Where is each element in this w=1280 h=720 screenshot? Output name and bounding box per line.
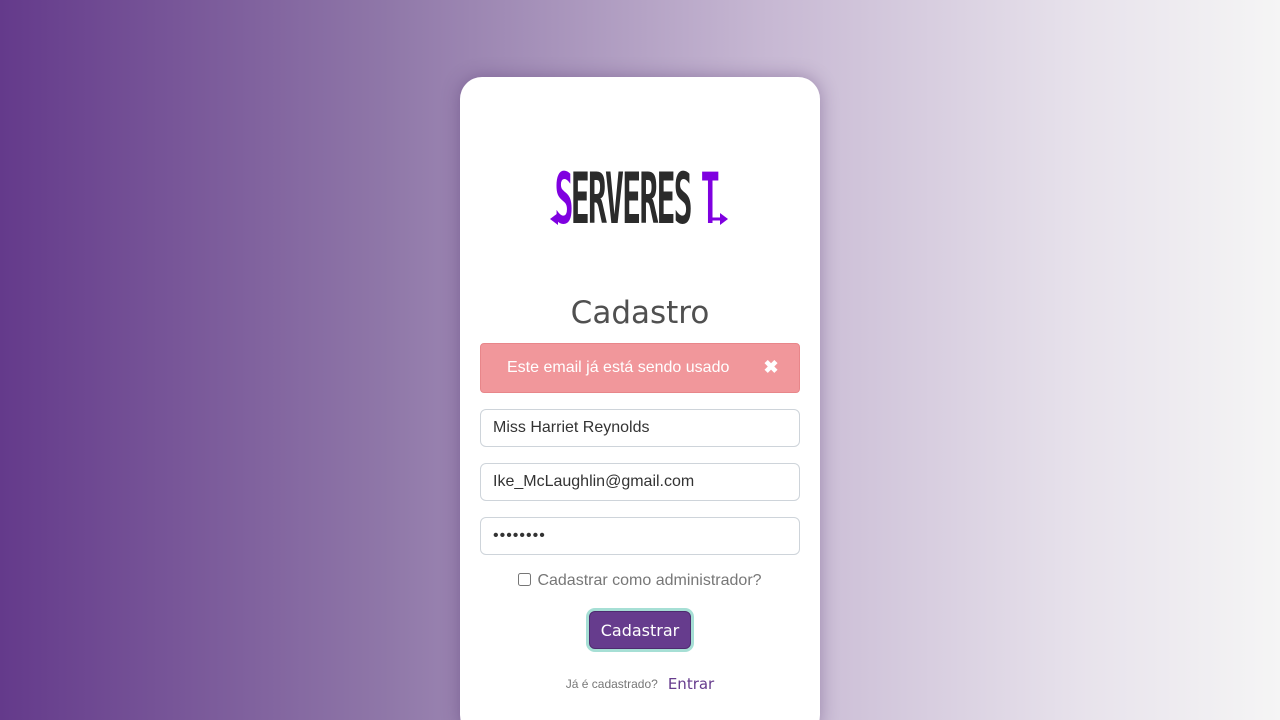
password-input[interactable] [480, 517, 800, 555]
register-card: S ERVERES T Cadastro Este email já está … [460, 77, 820, 720]
close-icon[interactable]: ✖ [761, 356, 781, 378]
admin-checkbox[interactable] [518, 573, 532, 586]
error-alert: Este email já está sendo usado ✖ [480, 343, 800, 393]
login-prompt: Já é cadastrado? [565, 677, 658, 691]
svg-text:T: T [701, 161, 720, 233]
name-input[interactable] [480, 409, 800, 447]
serverest-logo: S ERVERES T [550, 161, 728, 233]
svg-text:ERVERES: ERVERES [571, 161, 691, 233]
email-input[interactable] [480, 463, 800, 501]
page-title: Cadastro [570, 295, 710, 331]
admin-checkbox-label: Cadastrar como administrador? [537, 572, 762, 589]
alert-message: Este email já está sendo usado [507, 359, 730, 376]
login-row: Já é cadastrado? Entrar [460, 675, 820, 693]
admin-checkbox-row: Cadastrar como administrador? [460, 572, 820, 590]
login-link[interactable]: Entrar [668, 675, 714, 693]
register-button[interactable]: Cadastrar [589, 611, 691, 649]
